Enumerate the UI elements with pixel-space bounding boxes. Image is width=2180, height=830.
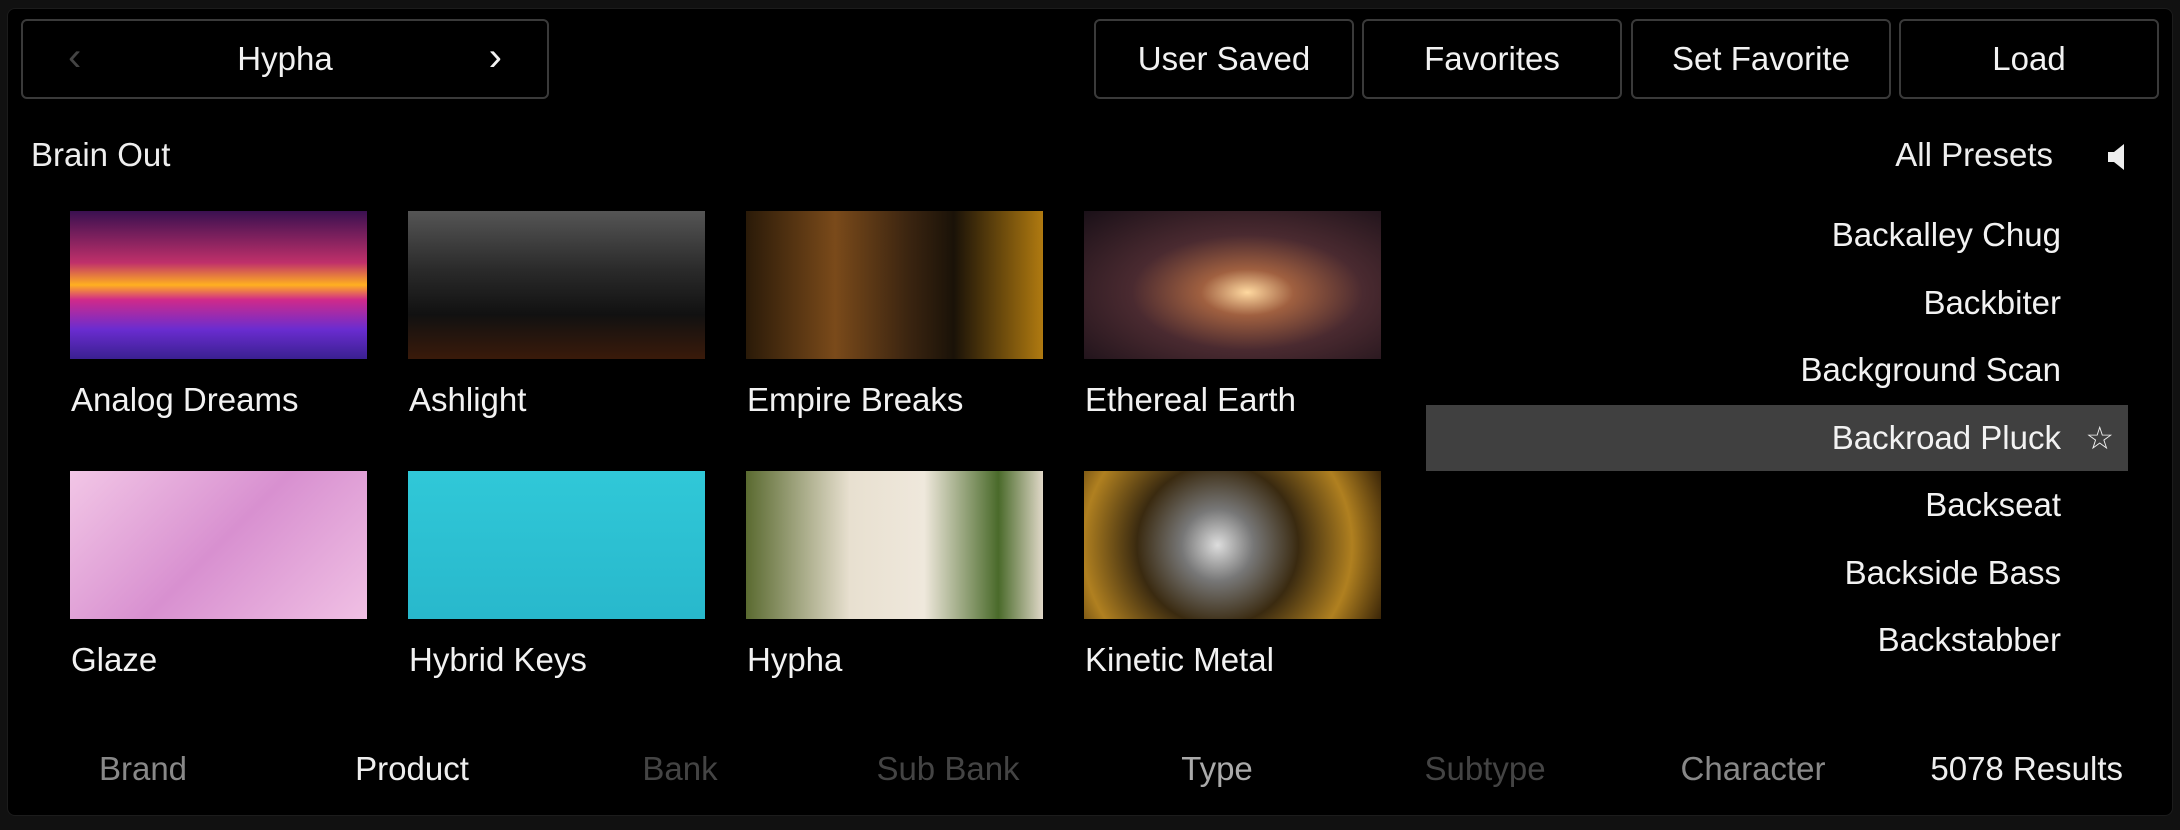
preset-name: Backbiter	[1923, 283, 2061, 321]
chevron-right-icon[interactable]: ›	[489, 35, 502, 80]
preset-thumbnail[interactable]	[70, 211, 367, 359]
preset-tile-name: Ethereal Earth	[1085, 381, 1296, 418]
preset-tile-name: Analog Dreams	[71, 381, 299, 418]
preset-thumbnail[interactable]	[746, 471, 1043, 619]
filter-brand[interactable]: Brand	[99, 750, 187, 788]
preset-name: Backstabber	[1877, 621, 2061, 658]
preset-thumbnail[interactable]	[1084, 471, 1381, 619]
bank-label: Brain Out	[31, 136, 171, 173]
preset-thumbnail[interactable]	[408, 211, 705, 359]
preset-tile[interactable]: Empire Breaks	[746, 211, 1043, 418]
preset-tile-name: Hybrid Keys	[409, 641, 587, 678]
preset-thumbnail[interactable]	[408, 471, 705, 619]
preset-list-item[interactable]: Backside Bass	[1426, 540, 2128, 606]
preset-thumbnail[interactable]	[746, 211, 1043, 359]
preset-list-item[interactable]: Backstabber	[1426, 607, 2128, 673]
preset-thumbnail[interactable]	[70, 471, 367, 619]
filter-subtype[interactable]: Subtype	[1424, 750, 1545, 788]
all-presets-label[interactable]: All Presets	[1895, 136, 2053, 174]
preset-tile-name: Ashlight	[409, 381, 527, 418]
speaker-icon[interactable]	[2106, 143, 2128, 171]
preset-tile-name: Glaze	[71, 641, 158, 678]
star-outline-icon[interactable]: ☆	[2085, 419, 2114, 457]
preset-list-item[interactable]: Backroad Pluck ☆	[1426, 404, 2128, 471]
preset-tile[interactable]: Ashlight	[408, 211, 705, 418]
filter-character[interactable]: Character	[1681, 750, 1826, 788]
filter-bank[interactable]: Bank	[642, 750, 717, 788]
preset-tile[interactable]: Analog Dreams	[70, 211, 367, 418]
preset-tile[interactable]: Hybrid Keys	[408, 471, 705, 678]
filter-sub-bank[interactable]: Sub Bank	[876, 750, 1019, 788]
preset-tile[interactable]: Glaze	[70, 471, 367, 678]
preset-tile[interactable]: Ethereal Earth	[1084, 211, 1381, 418]
preset-list-item[interactable]: Backbiter	[1426, 270, 2128, 336]
preset-list-item[interactable]: Background Scan	[1426, 337, 2128, 403]
preset-name: Backside Bass	[1844, 553, 2061, 591]
preset-tile-name: Kinetic Metal	[1085, 641, 1274, 678]
preset-name: Backroad Pluck	[1831, 418, 2061, 456]
preset-thumbnail[interactable]	[1084, 211, 1381, 359]
preset-name: Backseat	[1925, 486, 2061, 523]
favorites-button[interactable]: Favorites	[1362, 19, 1622, 99]
filter-product[interactable]: Product	[355, 750, 469, 788]
current-product[interactable]: Hypha	[237, 40, 332, 78]
preset-name: Background Scan	[1800, 351, 2061, 388]
product-selector: ‹ Hypha ›	[21, 19, 549, 99]
load-button[interactable]: Load	[1899, 19, 2159, 99]
preset-name: Backalley Chug	[1831, 216, 2061, 253]
chevron-left-icon[interactable]: ‹	[68, 35, 81, 80]
preset-list-item[interactable]: Backseat	[1426, 472, 2128, 538]
preset-tile-name: Hypha	[747, 641, 843, 678]
preset-tile[interactable]: Kinetic Metal	[1084, 471, 1381, 678]
preset-tile-name: Empire Breaks	[747, 381, 964, 418]
user-saved-button[interactable]: User Saved	[1094, 19, 1354, 99]
preset-tile[interactable]: Hypha	[746, 471, 1043, 678]
filter-type[interactable]: Type	[1181, 750, 1253, 788]
results-count: 5078 Results	[1930, 750, 2123, 787]
preset-list-item[interactable]: Backalley Chug	[1426, 202, 2128, 268]
set-favorite-button[interactable]: Set Favorite	[1631, 19, 1891, 99]
